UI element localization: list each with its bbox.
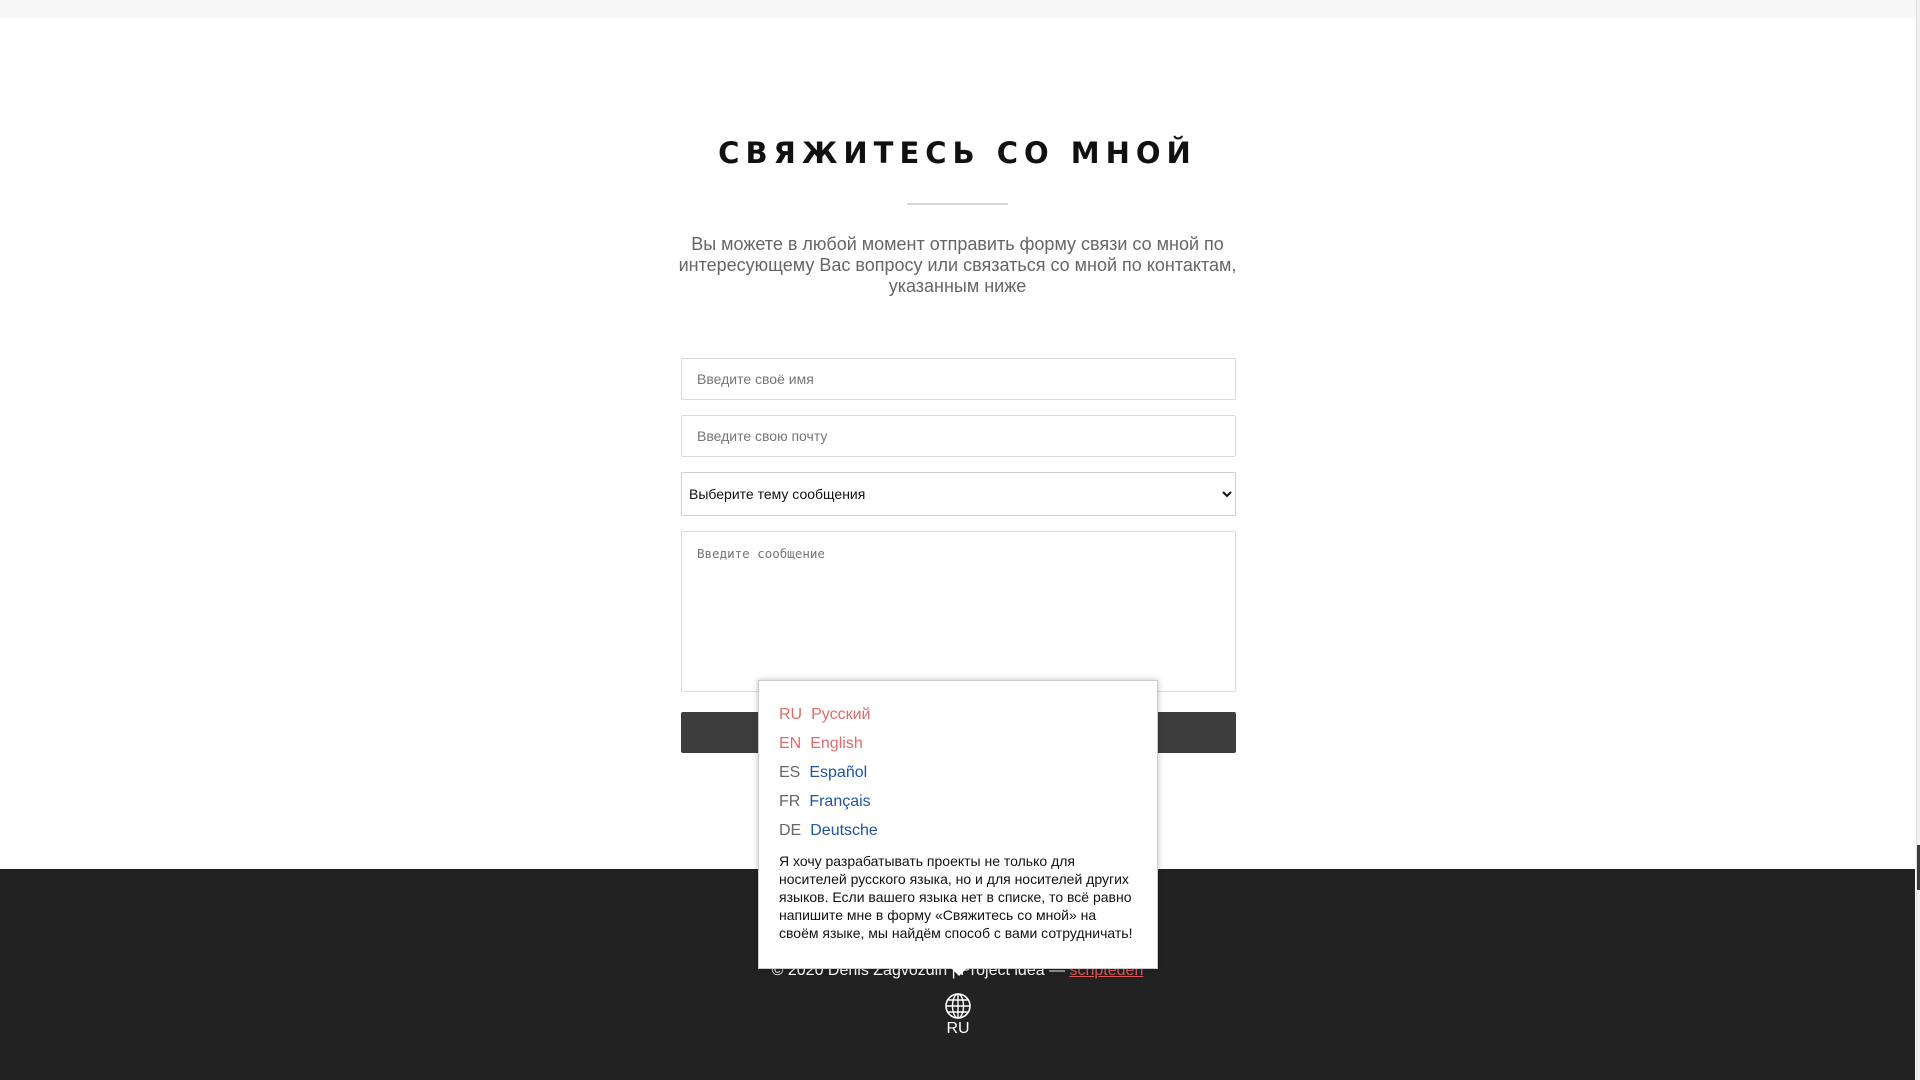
language-code: EN	[779, 735, 802, 752]
language-item-ru: RU Русский	[779, 700, 1138, 729]
language-popup: RU Русский EN English ES Español FR Français DE D…	[758, 680, 1158, 976]
language-item-es[interactable]: ES Español	[779, 758, 1138, 787]
language-name: English	[810, 735, 863, 752]
language-code: RU	[779, 706, 803, 723]
language-item-de[interactable]: DE Deutsche	[779, 816, 1138, 845]
globe-icon[interactable]	[944, 992, 972, 1020]
language-list: RU Русский EN English ES Español FR Français DE D…	[779, 700, 1138, 845]
section-title: СВЯЖИТЕСЬ СО МНОЙ	[718, 136, 1197, 170]
language-code: DE	[779, 822, 802, 839]
message-textarea[interactable]	[681, 531, 1236, 692]
language-name: Русский	[811, 706, 871, 723]
top-strip	[0, 0, 1920, 18]
language-name[interactable]: Español	[809, 764, 867, 781]
language-item-en: EN English	[779, 729, 1138, 758]
language-item-fr[interactable]: FR Français	[779, 787, 1138, 816]
page: СВЯЖИТЕСЬ СО МНОЙ Вы можете в любой моме…	[0, 0, 1920, 1080]
current-language[interactable]: RU	[944, 1020, 972, 1038]
language-code: FR	[779, 793, 801, 810]
section-lead: Вы можете в любой момент отправить форму…	[678, 234, 1237, 296]
title-divider	[907, 203, 1008, 205]
name-input[interactable]	[681, 358, 1236, 400]
email-input[interactable]	[681, 415, 1236, 457]
language-name[interactable]: Deutsche	[810, 822, 878, 839]
scrollbar[interactable]	[1916, 0, 1920, 1080]
language-name[interactable]: Français	[809, 793, 870, 810]
language-code: ES	[779, 764, 801, 781]
topic-select[interactable]: Выберите тему сообщения	[681, 472, 1236, 516]
language-note: Я хочу разрабатывать проекты не только д…	[779, 853, 1133, 941]
